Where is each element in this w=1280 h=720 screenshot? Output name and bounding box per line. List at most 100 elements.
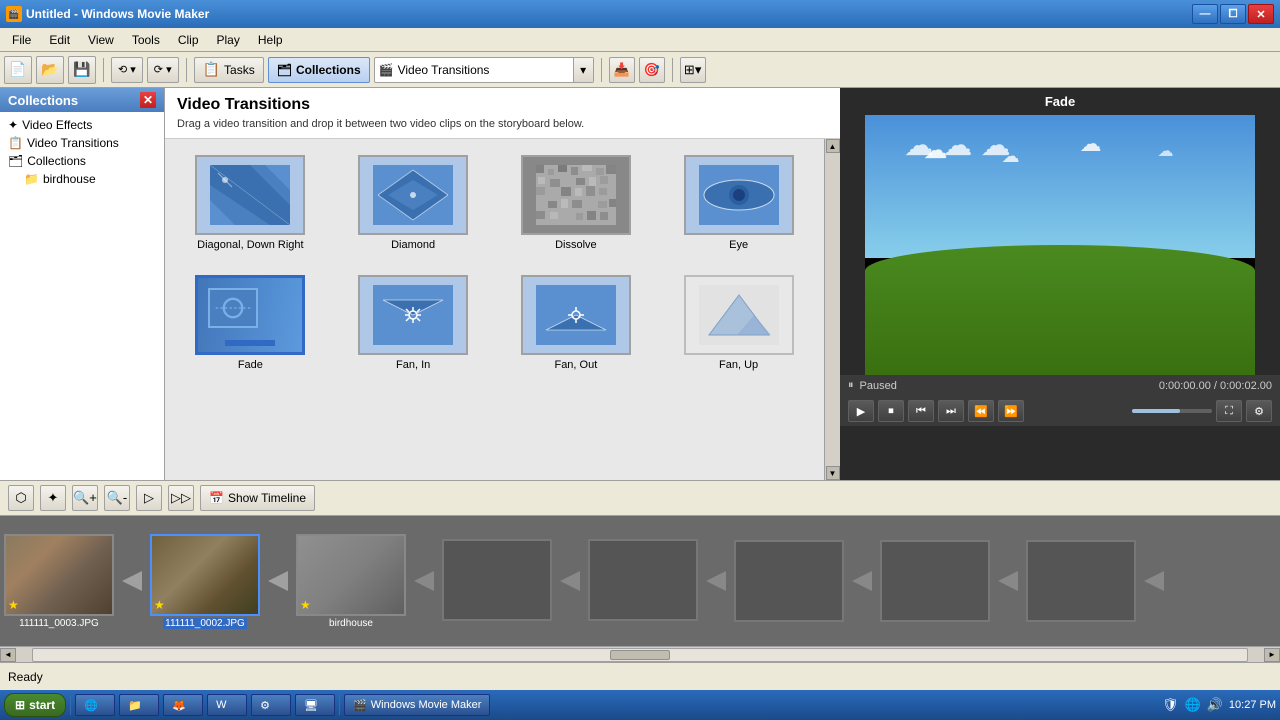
redo-button[interactable]: ⟳ ▾ <box>147 57 179 83</box>
auto-movie-button[interactable]: 🎯 <box>639 57 665 83</box>
tree-item-birdhouse[interactable]: 📁 birdhouse <box>0 170 164 188</box>
collections-button[interactable]: 🗂 Collections <box>268 57 370 83</box>
scroll-right-btn[interactable]: ► <box>1264 648 1280 662</box>
preview-fullscreen-button[interactable]: ⛶ <box>1216 400 1242 422</box>
preview-panel: Fade ☁ ☁ ☁ ☁ ☁ ☁ ☁ ⏸ Paused 0:00:00.00 /… <box>840 88 1280 480</box>
storyboard-arrow-6[interactable] <box>844 540 880 622</box>
transition-diagonal-down-right[interactable]: Diagonal, Down Right <box>177 151 324 255</box>
pause-icon: ⏸ <box>848 379 854 392</box>
transition-diamond[interactable]: Diamond <box>340 151 487 255</box>
storyboard-arrow-5[interactable] <box>698 540 734 622</box>
scrollbar-thumb[interactable] <box>610 650 670 660</box>
title-bar-controls: — ⧠ ✕ <box>1192 4 1274 24</box>
menu-bar: File Edit View Tools Clip Play Help <box>0 28 1280 52</box>
open-button[interactable]: 📂 <box>36 56 64 84</box>
preview-options-button[interactable]: ⚙ <box>1246 400 1272 422</box>
diamond-label: Diamond <box>391 239 435 251</box>
taskbar-app-explorer[interactable]: 📁 <box>119 694 159 716</box>
tree-item-video-transitions[interactable]: 📋 Video Transitions <box>0 134 164 152</box>
start-button[interactable]: ⊞ start <box>4 693 66 717</box>
tree-item-video-effects[interactable]: ✦ Video Effects <box>0 116 164 134</box>
preview-play-button[interactable]: ▶ <box>848 400 874 422</box>
preview-stop-button[interactable]: ⏹ <box>878 400 904 422</box>
storyboard-prev-button[interactable]: ⬡ <box>8 485 34 511</box>
clip-label-3: birdhouse <box>329 618 373 629</box>
storyboard-zoom-out-button[interactable]: 🔍- <box>104 485 130 511</box>
transition-dissolve[interactable]: Dissolve <box>503 151 650 255</box>
dropdown-label: Video Transitions <box>398 63 573 77</box>
clip-thumb-2[interactable]: ★ <box>150 534 260 616</box>
transition-fade[interactable]: Fade <box>177 271 324 375</box>
scroll-up-btn[interactable]: ▲ <box>826 139 840 153</box>
taskbar-app-unknown[interactable]: ⚙ <box>251 694 291 716</box>
left-panel: Collections ✕ ✦ Video Effects 📋 Video Tr… <box>0 88 165 480</box>
clip-star-3: ★ <box>300 598 311 612</box>
storyboard-arrow-4[interactable] <box>552 540 588 622</box>
minimize-button[interactable]: — <box>1192 4 1218 24</box>
taskbar-app-unknown2[interactable]: 🖥 <box>295 694 335 716</box>
toolbar-sep-1 <box>103 58 104 82</box>
storyboard-ff-button[interactable]: ▷▷ <box>168 485 194 511</box>
storyboard-zoom-in-button[interactable]: 🔍+ <box>72 485 98 511</box>
view-options-button[interactable]: ⊞▾ <box>680 57 706 83</box>
clip-thumb-3[interactable]: ★ <box>296 534 406 616</box>
left-panel-close-button[interactable]: ✕ <box>140 92 156 108</box>
tasks-button[interactable]: 📋 Tasks <box>194 57 264 83</box>
horizontal-scrollbar[interactable]: ◄ ► <box>0 646 1280 662</box>
menu-clip[interactable]: Clip <box>170 31 207 49</box>
storyboard: ★ 111111_0003.JPG ★ 111111_0002.JPG ★ bi… <box>0 516 1280 646</box>
empty-clip-1 <box>442 539 552 621</box>
transition-fan-up[interactable]: Fan, Up <box>665 271 812 375</box>
clip-thumb-1[interactable]: ★ <box>4 534 114 616</box>
menu-edit[interactable]: Edit <box>41 31 78 49</box>
storyboard-arrow-8[interactable] <box>1136 540 1172 622</box>
preview-volume[interactable] <box>1132 409 1212 413</box>
taskbar-app-browser[interactable]: 🌐 <box>75 694 115 716</box>
cloud-1: ☁ <box>924 136 948 165</box>
menu-play[interactable]: Play <box>209 31 248 49</box>
video-effects-label: Video Effects <box>22 118 92 132</box>
transition-fan-out[interactable]: Fan, Out <box>503 271 650 375</box>
storyboard-select-button[interactable]: ✦ <box>40 485 66 511</box>
menu-view[interactable]: View <box>80 31 122 49</box>
storyboard-arrow-3[interactable] <box>406 540 442 622</box>
new-button[interactable]: 📄 <box>4 56 32 84</box>
storyboard-arrow-2[interactable] <box>260 540 296 622</box>
show-timeline-label: Show Timeline <box>228 491 306 505</box>
import-button[interactable]: 📥 <box>609 57 635 83</box>
storyboard-arrow-7[interactable] <box>990 540 1026 622</box>
transition-fan-in[interactable]: Fan, In <box>340 271 487 375</box>
status-text: Ready <box>8 670 43 684</box>
taskbar-app-word[interactable]: W <box>207 694 247 716</box>
storyboard-play-button[interactable]: ▷ <box>136 485 162 511</box>
menu-file[interactable]: File <box>4 31 39 49</box>
transition-eye[interactable]: Eye <box>665 151 812 255</box>
menu-help[interactable]: Help <box>250 31 291 49</box>
dropdown-arrow-btn[interactable]: ▾ <box>573 58 593 82</box>
transitions-scrollbar[interactable]: ▲ ▼ <box>824 139 840 480</box>
undo-button[interactable]: ⟲ ▾ <box>111 57 143 83</box>
scrollbar-track[interactable] <box>32 648 1248 662</box>
scroll-down-btn[interactable]: ▼ <box>826 466 840 480</box>
storyboard-arrow-1[interactable] <box>114 540 150 622</box>
menu-tools[interactable]: Tools <box>124 31 168 49</box>
scroll-left-btn[interactable]: ◄ <box>0 648 16 662</box>
tree-item-collections[interactable]: 🗂 Collections <box>0 152 164 170</box>
preview-prev-button[interactable]: ⏮ <box>908 400 934 422</box>
taskbar-moviemaker[interactable]: 🎬 Windows Movie Maker <box>344 694 490 716</box>
preview-ff-button[interactable]: ⏩ <box>998 400 1024 422</box>
preview-rew-button[interactable]: ⏪ <box>968 400 994 422</box>
toolbar: 📄 📂 💾 ⟲ ▾ ⟳ ▾ 📋 Tasks 🗂 Collections 🎬 Vi… <box>0 52 1280 88</box>
show-timeline-button[interactable]: 📅 Show Timeline <box>200 485 315 511</box>
video-grass <box>865 245 1255 375</box>
close-button[interactable]: ✕ <box>1248 4 1274 24</box>
taskbar-app-firefox[interactable]: 🦊 <box>163 694 203 716</box>
preview-next-button[interactable]: ⏭ <box>938 400 964 422</box>
collections-label: Collections <box>296 63 361 77</box>
storyboard-empty-1 <box>442 539 552 623</box>
video-effects-icon: ✦ <box>8 118 18 132</box>
save-button[interactable]: 💾 <box>68 56 96 84</box>
preview-buttons: ▶ ⏹ ⏮ ⏭ ⏪ ⏩ ⛶ ⚙ <box>840 396 1280 426</box>
maximize-button[interactable]: ⧠ <box>1220 4 1246 24</box>
collections-tree: ✦ Video Effects 📋 Video Transitions 🗂 Co… <box>0 112 164 480</box>
